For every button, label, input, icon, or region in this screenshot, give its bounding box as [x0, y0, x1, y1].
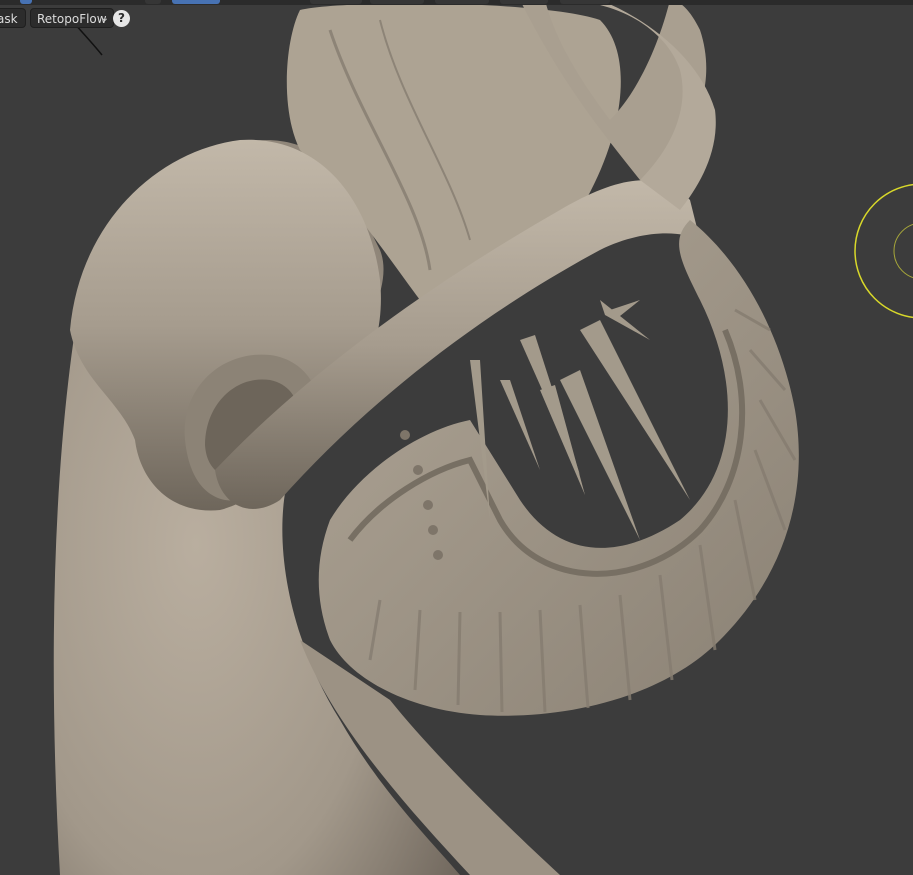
toolbar-tab-active[interactable] — [172, 0, 220, 4]
chevron-down-icon: ⌄ — [100, 13, 109, 24]
toolbar-tab[interactable] — [145, 0, 161, 4]
brush-cursor-icon — [854, 183, 913, 319]
retopoflow-menu-button[interactable]: RetopoFlow ⌄ — [30, 8, 114, 28]
toolbar-tab[interactable] — [310, 0, 362, 4]
mask-menu-button[interactable]: ask — [0, 8, 26, 28]
retopoflow-menu-label: RetopoFlow — [37, 12, 107, 26]
toolbar-tab[interactable] — [370, 0, 424, 4]
mask-menu-label: ask — [0, 12, 18, 26]
help-icon[interactable]: ? — [113, 10, 130, 27]
help-label: ? — [118, 11, 125, 25]
3d-viewport[interactable]: ask RetopoFlow ⌄ ? — [0, 0, 913, 875]
toolbar-tab[interactable] — [560, 0, 610, 4]
toolbar-tab[interactable] — [500, 0, 548, 4]
toolbar-tab[interactable] — [435, 0, 489, 4]
active-tab-indicator[interactable] — [20, 0, 32, 4]
top-toolbar-strip — [0, 0, 913, 5]
